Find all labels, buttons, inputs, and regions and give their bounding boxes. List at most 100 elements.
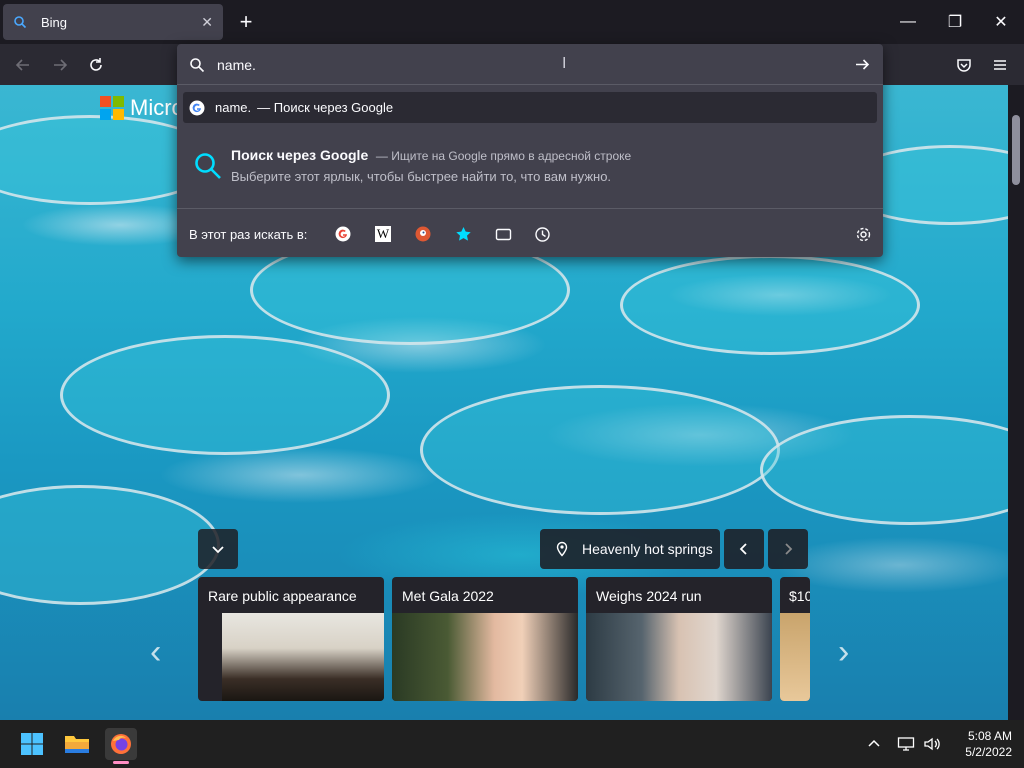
network-button[interactable] (892, 728, 920, 760)
forward-button[interactable] (47, 52, 73, 78)
tip-title-suffix: — Ищите на Google прямо в адресной строк… (375, 149, 632, 163)
back-arrow-icon (15, 59, 29, 71)
suggestion-engine-label: — Поиск через Google (257, 100, 394, 115)
one-off-divider (177, 208, 883, 209)
news-card[interactable]: $10 (780, 577, 810, 701)
chevron-down-icon (212, 546, 224, 554)
google-engine-button[interactable] (332, 223, 354, 245)
news-card-image (586, 613, 772, 701)
news-card-image (780, 613, 810, 701)
scrollbar-thumb[interactable] (1012, 115, 1020, 185)
search-icon (14, 16, 27, 29)
windows-logo-icon (21, 733, 43, 755)
firefox-icon (111, 734, 131, 754)
tabs-icon (495, 228, 511, 240)
wikipedia-engine-button[interactable]: W (372, 223, 394, 245)
background-terrace (760, 415, 1008, 525)
active-app-indicator (113, 761, 129, 764)
next-image-button[interactable] (768, 529, 808, 569)
news-card-image (392, 613, 578, 701)
previous-image-button[interactable] (724, 529, 764, 569)
start-button[interactable] (16, 728, 48, 760)
one-off-label: В этот раз искать в: (189, 226, 308, 242)
news-card-image (222, 613, 384, 701)
google-icon (335, 226, 351, 242)
tip-title: Поиск через Google (231, 147, 369, 163)
clock-date: 5/2/2022 (965, 745, 1012, 759)
page-scrollbar[interactable] (1008, 85, 1024, 720)
background-terrace (420, 385, 780, 515)
tab-title: Bing (41, 14, 68, 30)
logo-text: Micro (130, 95, 184, 120)
duckduckgo-icon (415, 226, 431, 242)
suggestion-search-google[interactable]: name. — Поиск через Google (183, 92, 877, 123)
background-terrace (0, 485, 220, 605)
reload-button[interactable] (83, 52, 109, 78)
history-icon (534, 226, 550, 242)
chevron-left-icon (739, 543, 747, 555)
windows-taskbar: 5:08 AM 5/2/2022 (0, 720, 1024, 768)
tab-bing[interactable]: Bing ✕ (3, 4, 223, 40)
news-card-title: Weighs 2024 run (596, 588, 702, 604)
folder-icon (65, 736, 89, 753)
news-card[interactable]: Weighs 2024 run (586, 577, 772, 701)
collapse-news-button[interactable] (198, 529, 238, 569)
gear-icon (856, 227, 870, 241)
background-terrace (620, 255, 920, 355)
suggestion-query: name. (215, 100, 252, 115)
app-menu-button[interactable] (987, 52, 1013, 78)
reload-icon (90, 58, 102, 71)
location-label: Heavenly hot springs (582, 541, 713, 557)
hamburger-menu-icon (994, 60, 1006, 70)
show-hidden-icons-button[interactable] (862, 728, 886, 760)
tabs-engine-button[interactable] (492, 223, 514, 245)
back-button[interactable] (10, 52, 36, 78)
news-previous-arrow-icon[interactable]: ‹ (150, 633, 161, 672)
volume-button[interactable] (918, 728, 946, 760)
pocket-icon (957, 59, 971, 72)
search-settings-button[interactable] (852, 223, 874, 245)
news-card[interactable]: Rare public appearance (198, 577, 384, 701)
firefox-taskbar-button[interactable] (105, 728, 137, 764)
forward-arrow-icon (54, 59, 68, 71)
system-clock[interactable]: 5:08 AM 5/2/2022 (965, 728, 1012, 760)
urlbar-input-row[interactable]: name. I (177, 44, 883, 85)
microsoft-logo[interactable]: Micro (100, 95, 184, 121)
news-card-title: Met Gala 2022 (402, 588, 494, 604)
urlbar-divider (177, 84, 883, 85)
location-pin-icon (556, 541, 568, 557)
history-engine-button[interactable] (531, 223, 553, 245)
bookmarks-engine-button[interactable] (452, 223, 474, 245)
network-icon (897, 737, 915, 751)
close-window-button[interactable]: ✕ (989, 10, 1013, 34)
google-icon (189, 100, 205, 115)
news-next-arrow-icon[interactable]: › (838, 633, 849, 672)
tab-close-icon[interactable]: ✕ (201, 14, 213, 31)
search-icon (190, 57, 205, 72)
chevron-right-icon (785, 543, 793, 555)
file-explorer-button[interactable] (61, 728, 93, 760)
minimize-button[interactable]: — (896, 10, 920, 34)
urlbar-dropdown: name. I name. — Поиск через Google Поиск… (177, 44, 883, 257)
chevron-up-icon (868, 739, 880, 747)
speaker-icon (924, 737, 940, 751)
duckduckgo-engine-button[interactable] (412, 223, 434, 245)
background-terrace (60, 335, 390, 455)
microsoft-logo-icon (100, 96, 124, 120)
bookmarks-star-icon (455, 226, 471, 241)
news-card-title: Rare public appearance (208, 588, 357, 604)
image-location-pill[interactable]: Heavenly hot springs (540, 529, 720, 569)
news-card-title: $10 (789, 588, 810, 604)
restore-button[interactable]: ❐ (943, 10, 967, 34)
text-cursor-icon: I (562, 55, 567, 72)
clock-time: 5:08 AM (967, 729, 1012, 743)
tab-strip: Bing ✕ + — ❐ ✕ (0, 0, 1024, 44)
pocket-button[interactable] (951, 52, 977, 78)
tip-subtitle: Выберите этот ярлык, чтобы быстрее найти… (231, 169, 612, 184)
search-icon (195, 153, 221, 179)
urlbar-input[interactable]: name. (217, 57, 256, 73)
tip-search-google[interactable]: Поиск через Google — Ищите на Google пря… (193, 139, 873, 195)
go-arrow-icon[interactable] (854, 56, 871, 73)
new-tab-button[interactable]: + (232, 8, 260, 36)
news-card[interactable]: Met Gala 2022 (392, 577, 578, 701)
